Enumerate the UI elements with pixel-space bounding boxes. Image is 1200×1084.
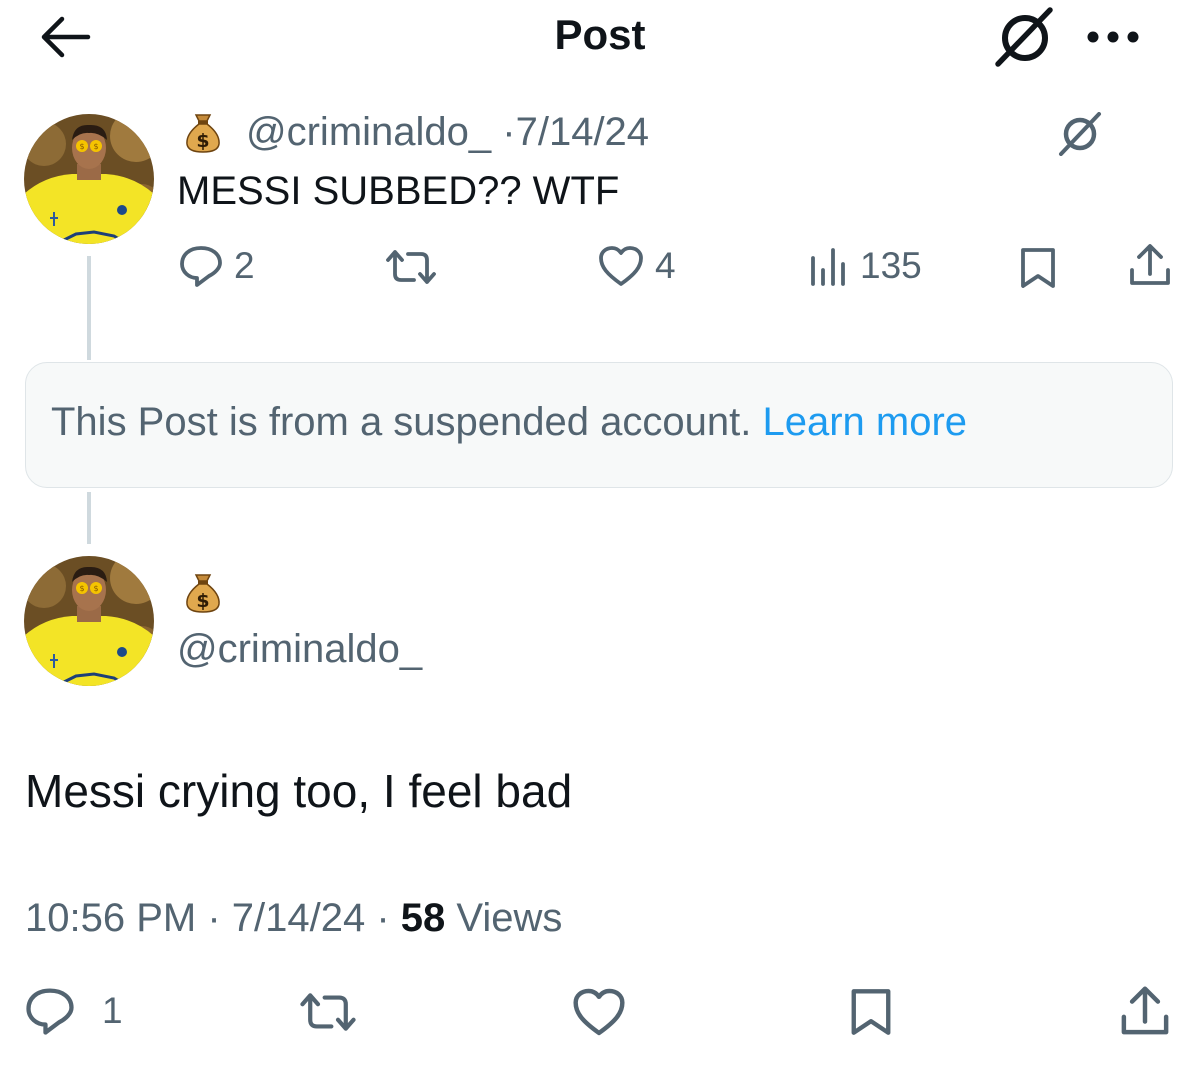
user-handle[interactable]: @criminaldo_: [246, 110, 491, 154]
reply-count: 2: [234, 245, 255, 286]
bookmark-button[interactable]: [1018, 246, 1058, 290]
grok-slash-circle-icon: [995, 7, 1053, 67]
more-button[interactable]: [1084, 26, 1142, 48]
views-label: Views: [445, 896, 563, 940]
tweet-timestamp-line: 10:56 PM · 7/14/24 · 58 Views: [25, 895, 562, 941]
tweet-text: MESSI SUBBED?? WTF: [177, 169, 620, 213]
grok-slash-circle-icon: [1059, 112, 1101, 156]
user-handle[interactable]: @criminaldo_: [177, 626, 422, 672]
more-dots-icon: [1087, 31, 1139, 43]
learn-more-link[interactable]: Learn more: [762, 400, 967, 444]
thread-line: [87, 256, 91, 360]
meta-separator: ·: [502, 110, 516, 154]
reply-bubble-icon: [26, 988, 74, 1035]
avatar[interactable]: [24, 114, 154, 244]
money-bag-emoji-icon: [183, 108, 223, 154]
grok-button[interactable]: [992, 6, 1058, 68]
share-upload-icon: [1121, 986, 1169, 1035]
avatar[interactable]: [24, 556, 154, 686]
reply-button[interactable]: 2: [178, 244, 255, 288]
grok-tweet-button[interactable]: [1057, 112, 1103, 156]
suspended-message: This Post is from a suspended account.: [51, 400, 763, 444]
views-button[interactable]: 135: [808, 244, 922, 288]
bookmark-button[interactable]: [848, 986, 894, 1038]
tweet-date[interactable]: 7/14/24: [232, 896, 365, 940]
share-button[interactable]: [1127, 242, 1173, 288]
heart-icon: [599, 246, 643, 286]
like-button[interactable]: [571, 986, 627, 1038]
reply-button[interactable]: 1: [24, 986, 123, 1036]
repost-icon: [300, 993, 356, 1031]
tweet-time[interactable]: 10:56 PM: [25, 896, 196, 940]
reply-bubble-icon: [180, 246, 222, 287]
repost-icon: [386, 250, 436, 284]
views-bar-chart-icon: [811, 248, 845, 286]
like-button[interactable]: 4: [597, 244, 676, 288]
money-bag-emoji-icon: [183, 568, 223, 614]
share-upload-icon: [1130, 244, 1170, 285]
repost-button[interactable]: [384, 248, 438, 286]
repost-button[interactable]: [298, 990, 358, 1034]
view-count: 135: [860, 245, 922, 286]
meta-separator: ·: [365, 896, 401, 940]
thread-line: [87, 492, 91, 544]
share-button[interactable]: [1118, 984, 1172, 1038]
bookmark-icon: [1021, 248, 1055, 288]
reply-count: 1: [102, 990, 123, 1031]
meta-separator: ·: [196, 896, 232, 940]
tweet-meta: @criminaldo_ ·7/14/24: [246, 109, 649, 155]
tweet-text: Messi crying too, I feel bad: [25, 765, 573, 817]
heart-icon: [573, 988, 625, 1036]
tweet-date[interactable]: 7/14/24: [516, 110, 649, 154]
suspended-notice: This Post is from a suspended account. L…: [25, 362, 1173, 488]
view-count[interactable]: 58: [401, 896, 446, 940]
like-count: 4: [655, 245, 676, 286]
bookmark-icon: [851, 989, 891, 1035]
